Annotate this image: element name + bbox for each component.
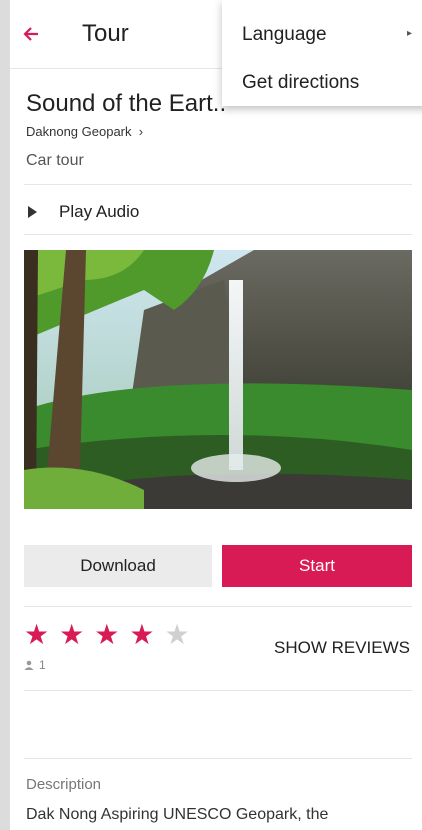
divider <box>24 758 412 759</box>
description-heading: Description <box>26 776 102 793</box>
divider <box>24 606 412 607</box>
play-audio-label: Play Audio <box>59 202 140 221</box>
reviewer-count-value: 1 <box>39 658 46 672</box>
tour-type: Car tour <box>26 152 84 169</box>
play-icon <box>28 206 37 218</box>
star-filled-icon: ★ <box>59 619 85 650</box>
geopark-link-label: Daknong Geopark <box>26 124 132 139</box>
divider <box>24 690 412 691</box>
chevron-right-icon: › <box>135 124 144 139</box>
rating-stars: ★ ★ ★ ★ ★ <box>24 620 190 650</box>
menu-item-get-directions[interactable]: Get directions <box>242 72 359 94</box>
star-empty-icon: ★ <box>164 619 190 650</box>
show-reviews-button[interactable]: SHOW REVIEWS <box>274 638 410 658</box>
divider <box>24 234 412 235</box>
page-title: Tour <box>82 20 129 47</box>
start-button[interactable]: Start <box>222 545 412 587</box>
description-text: Dak Nong Aspiring UNESCO Geopark, the <box>26 806 329 823</box>
star-filled-icon: ★ <box>94 619 120 650</box>
geopark-link[interactable]: Daknong Geopark › <box>26 124 143 139</box>
app-screen: Tour Language ▸ Get directions Sound of … <box>10 0 422 830</box>
download-button[interactable]: Download <box>24 545 212 587</box>
menu-item-language[interactable]: Language <box>242 24 327 46</box>
overflow-menu: Language ▸ Get directions <box>222 0 422 106</box>
person-icon <box>24 660 34 670</box>
divider <box>24 184 412 185</box>
submenu-arrow-icon: ▸ <box>406 28 412 39</box>
star-filled-icon: ★ <box>129 619 155 650</box>
reviewer-count: 1 <box>24 658 46 672</box>
tour-photo <box>24 250 412 509</box>
back-arrow-icon[interactable] <box>20 20 48 48</box>
star-filled-icon: ★ <box>24 619 50 650</box>
play-audio-button[interactable]: Play Audio <box>26 198 139 226</box>
